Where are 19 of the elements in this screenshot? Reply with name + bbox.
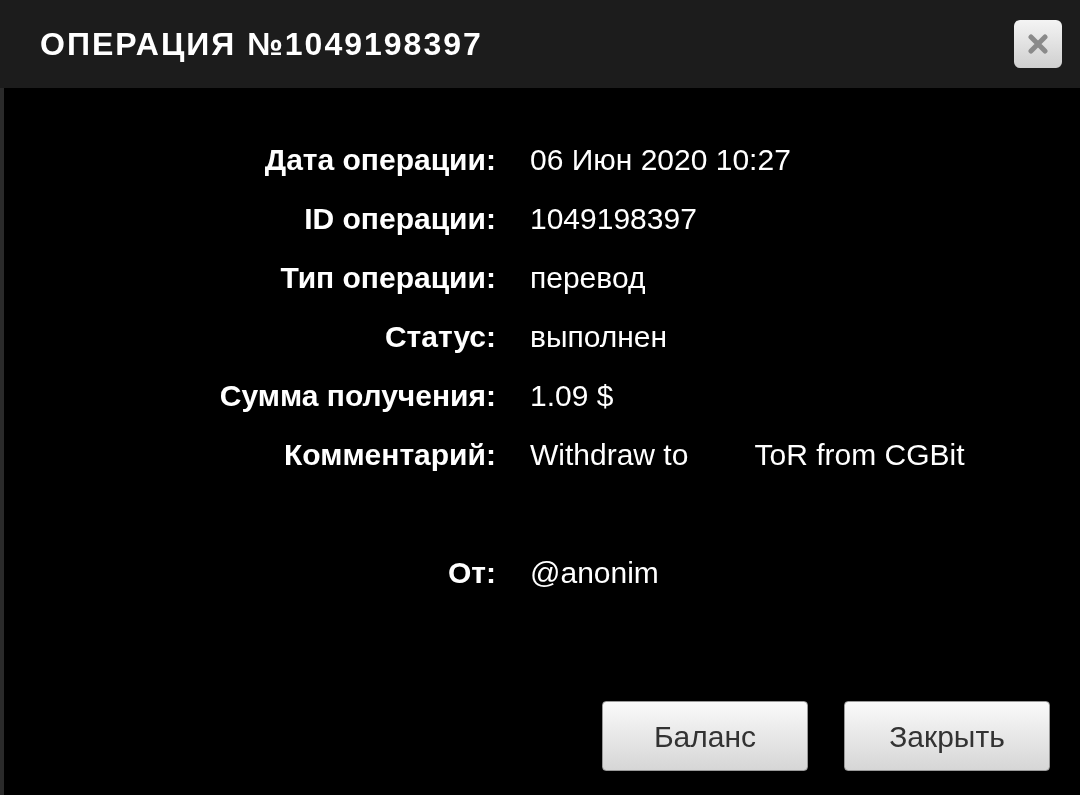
close-icon — [1028, 34, 1048, 54]
field-label: От: — [446, 555, 496, 591]
close-button[interactable] — [1014, 20, 1062, 68]
field-value: выполнен — [530, 319, 668, 355]
balance-button[interactable]: Баланс — [602, 701, 808, 771]
field-value: 1.09 $ — [530, 378, 614, 414]
window-title: ОПЕРАЦИЯ №1049198397 — [40, 25, 483, 64]
field-label: ID операции: — [303, 201, 496, 237]
field-label: Статус: — [383, 319, 496, 355]
field-label: Сумма получения: — [218, 378, 496, 414]
field-value: 1049198397 — [530, 201, 697, 237]
field-value: перевод — [530, 260, 646, 296]
field-label: Дата операции: — [263, 142, 496, 178]
close-dialog-button[interactable]: Закрыть — [844, 701, 1050, 771]
field-value: @anonim — [530, 555, 659, 591]
field-value: 06 Июн 2020 10:27 — [530, 142, 791, 178]
comment-text: Withdraw to ToR from CGBit — [530, 438, 965, 471]
field-label: Тип операции: — [279, 260, 496, 296]
field-label: Комментарий: — [283, 437, 496, 473]
